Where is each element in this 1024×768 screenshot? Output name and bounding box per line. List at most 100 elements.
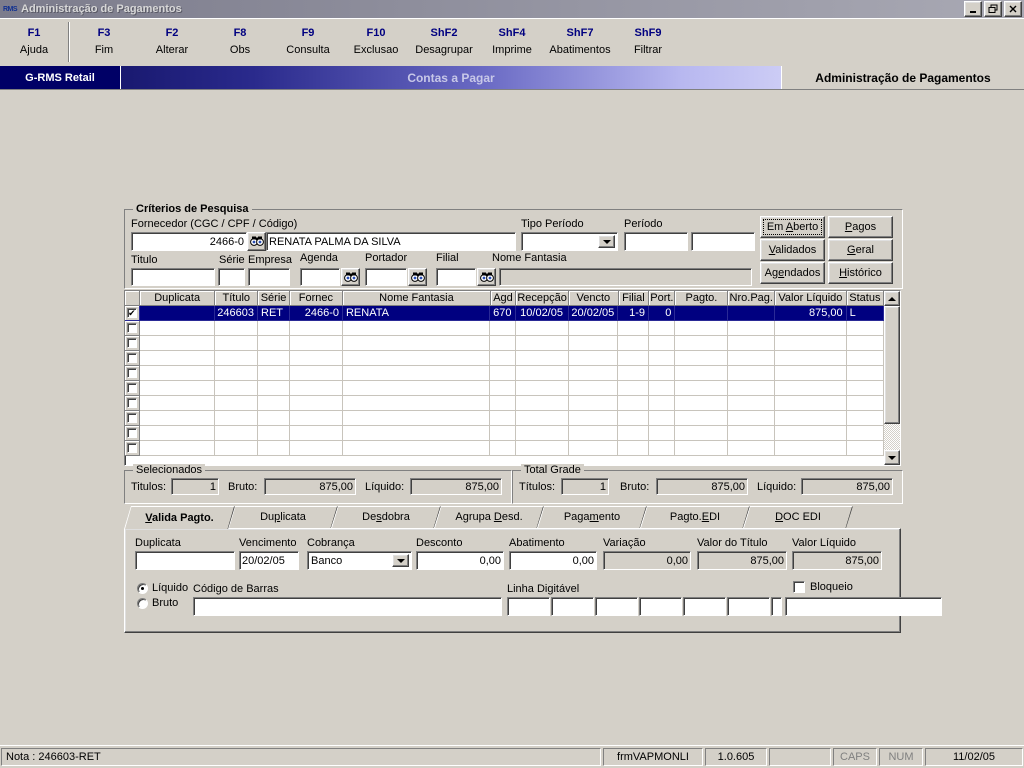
- grid-cell-serie[interactable]: [258, 351, 290, 366]
- grid-cell-serie[interactable]: RET: [258, 306, 290, 321]
- grid-cell-valor[interactable]: [775, 381, 847, 396]
- grid-header-valor[interactable]: Valor Líquido: [775, 291, 847, 306]
- grid-cell-pagto[interactable]: [675, 336, 729, 351]
- chevron-down-icon[interactable]: [598, 235, 615, 248]
- agendados-button[interactable]: Agendados: [760, 262, 825, 284]
- grid-cell-port[interactable]: [649, 336, 676, 351]
- empresa-input[interactable]: [248, 268, 290, 286]
- filial-input[interactable]: [436, 268, 476, 286]
- grid-cell-recep[interactable]: 10/02/05: [515, 306, 569, 321]
- toolbar-button-f1[interactable]: F1 Ajuda: [0, 19, 68, 65]
- scroll-down-icon[interactable]: [884, 450, 900, 465]
- grid-cell-recep[interactable]: [515, 351, 569, 366]
- grid-cell-fornec[interactable]: [289, 381, 343, 396]
- grid-cell-agd[interactable]: [490, 351, 516, 366]
- linha-digitavel-segment-5[interactable]: [683, 597, 726, 616]
- grid-header-status[interactable]: Status: [846, 291, 884, 306]
- tab-desdobra[interactable]: Desdobra: [331, 506, 441, 528]
- periodo-de-input[interactable]: [624, 232, 688, 251]
- payments-grid[interactable]: Duplicata Título Série Fornec Nome Fantasia A…: [124, 290, 901, 466]
- grid-cell-status[interactable]: [846, 396, 884, 411]
- grid-cell-titulo[interactable]: [215, 396, 258, 411]
- grid-cell-filial[interactable]: [618, 336, 649, 351]
- grid-cell-vencto[interactable]: [568, 381, 619, 396]
- grid-cell-vencto[interactable]: [568, 396, 619, 411]
- grid-cell-titulo[interactable]: [215, 441, 258, 456]
- tab-valida-pagto[interactable]: Valida Pagto.: [124, 506, 235, 529]
- grid-cell-valor[interactable]: [775, 366, 847, 381]
- grid-cell-dup[interactable]: [139, 411, 216, 426]
- grid-cell-dup[interactable]: [139, 441, 216, 456]
- grid-cell-dup[interactable]: [139, 426, 216, 441]
- grid-cell-agd[interactable]: [490, 411, 516, 426]
- desconto-input[interactable]: 0,00: [416, 551, 504, 570]
- grid-header-recep[interactable]: Recepção: [516, 291, 570, 306]
- grid-cell-vencto[interactable]: [568, 411, 619, 426]
- tab-doc-edi[interactable]: DOC EDI: [743, 506, 853, 528]
- toolbar-button-f10[interactable]: F10 Exclusao: [342, 19, 410, 65]
- grid-cell-pagto[interactable]: [675, 411, 729, 426]
- grid-cell-serie[interactable]: [258, 366, 290, 381]
- grid-cell-fornec[interactable]: 2466-0: [289, 306, 343, 321]
- grid-cell-port[interactable]: [649, 411, 676, 426]
- grid-header-fornec[interactable]: Fornec: [289, 291, 343, 306]
- row-select-checkbox[interactable]: [125, 426, 140, 441]
- grid-cell-valor[interactable]: [775, 396, 847, 411]
- linha-digitavel-segment-3[interactable]: [595, 597, 638, 616]
- historico-button[interactable]: Histórico: [828, 262, 893, 284]
- grid-cell-fornec[interactable]: [289, 426, 343, 441]
- grid-cell-port[interactable]: [649, 366, 676, 381]
- grid-cell-pagto[interactable]: [675, 306, 729, 321]
- serie-input[interactable]: [218, 268, 245, 286]
- geral-button[interactable]: Geral: [828, 239, 893, 261]
- bloqueio-checkbox[interactable]: Bloqueio: [793, 581, 853, 593]
- row-select-checkbox[interactable]: ✔: [125, 306, 140, 321]
- grid-cell-fornec[interactable]: [289, 351, 343, 366]
- grid-cell-nropag[interactable]: [728, 351, 776, 366]
- grid-cell-status[interactable]: [846, 366, 884, 381]
- grid-cell-filial[interactable]: [618, 411, 649, 426]
- grid-cell-valor[interactable]: [775, 336, 847, 351]
- grid-cell-port[interactable]: 0: [649, 306, 676, 321]
- titulo-input[interactable]: [131, 268, 215, 286]
- grid-cell-nropag[interactable]: [728, 336, 776, 351]
- grid-header-dup[interactable]: Duplicata: [139, 291, 216, 306]
- grid-cell-dup[interactable]: [139, 381, 216, 396]
- pagos-button[interactable]: Pagos: [828, 216, 893, 238]
- grid-cell-nropag[interactable]: [728, 366, 776, 381]
- grid-cell-agd[interactable]: [490, 381, 516, 396]
- row-select-checkbox[interactable]: [125, 321, 140, 336]
- grid-cell-pagto[interactable]: [675, 381, 729, 396]
- table-row[interactable]: [125, 381, 884, 396]
- agenda-input[interactable]: [300, 268, 340, 286]
- toolbar-button-f8[interactable]: F8 Obs: [206, 19, 274, 65]
- scrollbar-thumb[interactable]: [884, 306, 900, 424]
- grid-cell-pagto[interactable]: [675, 426, 729, 441]
- grid-header-serie[interactable]: Série: [258, 291, 290, 306]
- row-select-checkbox[interactable]: [125, 411, 140, 426]
- grid-cell-fornec[interactable]: [289, 321, 343, 336]
- grid-cell-filial[interactable]: [618, 321, 649, 336]
- grid-cell-nome[interactable]: [342, 411, 491, 426]
- grid-cell-fornec[interactable]: [289, 366, 343, 381]
- grid-cell-nome[interactable]: [342, 366, 491, 381]
- grid-cell-vencto[interactable]: [568, 336, 619, 351]
- table-row[interactable]: [125, 426, 884, 441]
- radio-bruto[interactable]: Bruto: [137, 597, 178, 609]
- grid-cell-valor[interactable]: [775, 426, 847, 441]
- linha-digitavel-segment-2[interactable]: [551, 597, 594, 616]
- cobranca-select[interactable]: Banco: [307, 551, 412, 570]
- grid-cell-valor[interactable]: [775, 411, 847, 426]
- linha-digitavel-segment-7[interactable]: [771, 597, 782, 616]
- grid-cell-nome[interactable]: [342, 441, 491, 456]
- grid-cell-vencto[interactable]: [568, 351, 619, 366]
- toolbar-button-shf4[interactable]: ShF4 Imprime: [478, 19, 546, 65]
- grid-cell-valor[interactable]: [775, 351, 847, 366]
- filial-search-icon[interactable]: [477, 268, 496, 286]
- tab-duplicata[interactable]: Duplicata: [228, 506, 338, 528]
- grid-cell-port[interactable]: [649, 426, 676, 441]
- grid-cell-serie[interactable]: [258, 321, 290, 336]
- table-row[interactable]: [125, 321, 884, 336]
- grid-cell-status[interactable]: [846, 441, 884, 456]
- toolbar-button-f9[interactable]: F9 Consulta: [274, 19, 342, 65]
